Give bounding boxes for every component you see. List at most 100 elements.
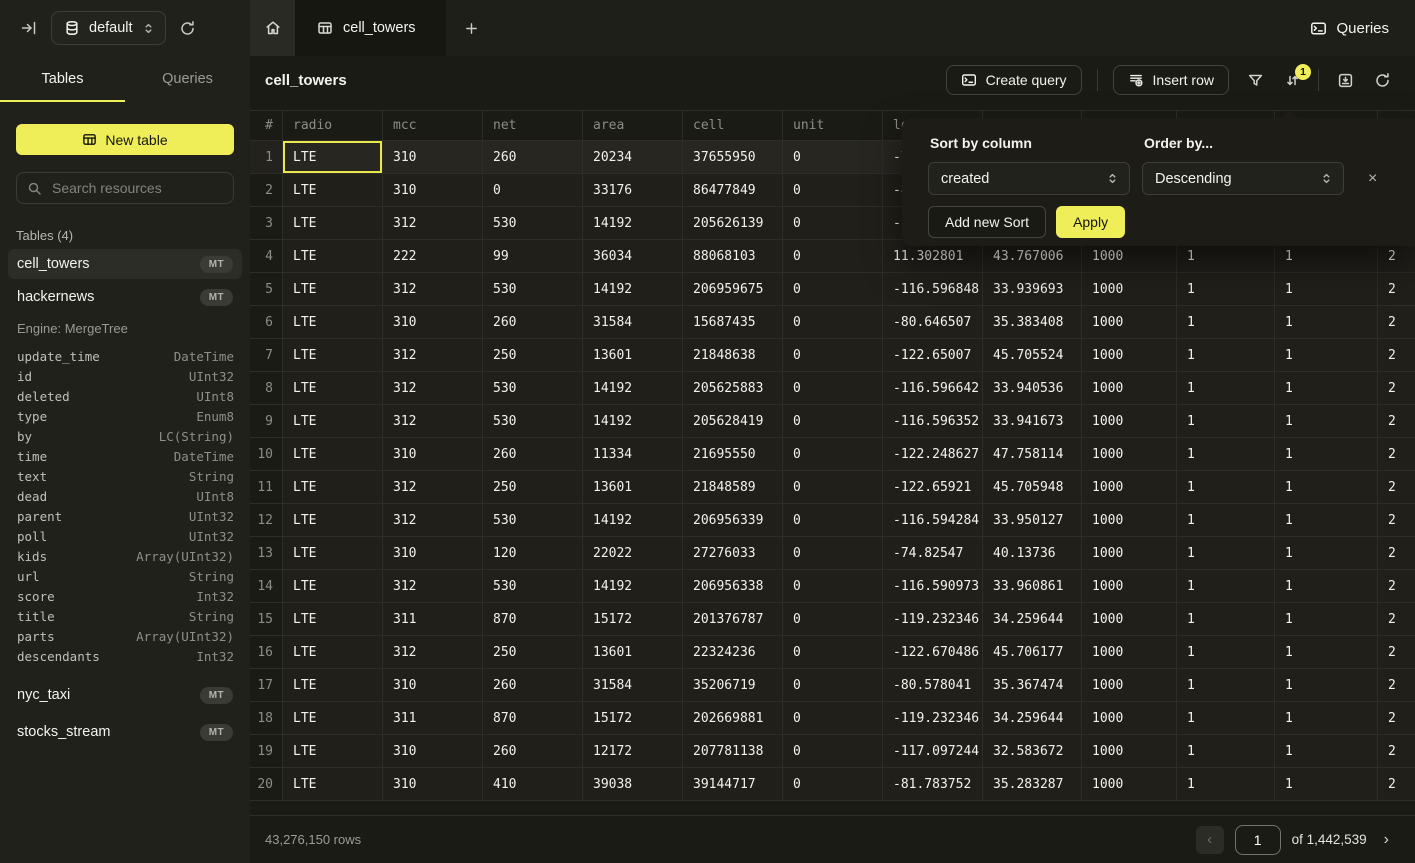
table-cell[interactable]: 14192 bbox=[583, 372, 683, 405]
table-cell[interactable]: 1000 bbox=[1082, 702, 1177, 735]
table-cell[interactable]: 260 bbox=[483, 669, 583, 702]
table-cell[interactable]: 312 bbox=[383, 405, 483, 438]
table-cell[interactable]: 312 bbox=[383, 471, 483, 504]
sidebar-item-cell_towers[interactable]: cell_towersMT bbox=[8, 249, 242, 279]
table-cell[interactable]: 0 bbox=[783, 273, 883, 306]
table-cell[interactable]: 260 bbox=[483, 141, 583, 174]
table-cell[interactable]: LTE bbox=[283, 669, 383, 702]
table-cell[interactable]: 205628419 bbox=[683, 405, 783, 438]
row-number[interactable]: 11 bbox=[250, 471, 283, 504]
table-cell[interactable]: 0 bbox=[783, 537, 883, 570]
table-cell[interactable]: 2 bbox=[1378, 405, 1415, 438]
table-cell[interactable]: 2 bbox=[1378, 438, 1415, 471]
table-cell[interactable]: 21848589 bbox=[683, 471, 783, 504]
table-cell[interactable]: 530 bbox=[483, 207, 583, 240]
table-cell[interactable]: 1 bbox=[1275, 537, 1378, 570]
table-cell[interactable]: 0 bbox=[783, 438, 883, 471]
row-number[interactable]: 3 bbox=[250, 207, 283, 240]
table-cell[interactable]: 0 bbox=[783, 669, 883, 702]
table-cell[interactable]: 0 bbox=[783, 339, 883, 372]
table-cell[interactable]: 1 bbox=[1177, 438, 1275, 471]
table-cell[interactable]: 45.705948 bbox=[983, 471, 1082, 504]
create-query-button[interactable]: Create query bbox=[946, 65, 1082, 95]
table-cell[interactable]: 15172 bbox=[583, 603, 683, 636]
row-number[interactable]: 14 bbox=[250, 570, 283, 603]
next-page-button[interactable]: › bbox=[1378, 830, 1395, 850]
table-cell[interactable]: 1 bbox=[1275, 636, 1378, 669]
queries-panel-button[interactable]: Queries bbox=[1310, 0, 1389, 56]
table-cell[interactable]: 35206719 bbox=[683, 669, 783, 702]
table-cell[interactable]: -122.248627 bbox=[883, 438, 983, 471]
table-cell[interactable]: 2 bbox=[1378, 570, 1415, 603]
table-cell[interactable]: 250 bbox=[483, 339, 583, 372]
row-number[interactable]: 9 bbox=[250, 405, 283, 438]
table-cell[interactable]: 312 bbox=[383, 339, 483, 372]
table-cell[interactable]: 1 bbox=[1275, 471, 1378, 504]
table-cell[interactable]: 311 bbox=[383, 603, 483, 636]
row-number[interactable]: 5 bbox=[250, 273, 283, 306]
table-cell[interactable]: 1 bbox=[1177, 735, 1275, 768]
table-cell[interactable]: 14192 bbox=[583, 570, 683, 603]
row-number[interactable]: 4 bbox=[250, 240, 283, 273]
table-cell[interactable]: 870 bbox=[483, 603, 583, 636]
table-cell[interactable]: 1 bbox=[1177, 372, 1275, 405]
table-cell[interactable]: 27276033 bbox=[683, 537, 783, 570]
table-cell[interactable]: 1000 bbox=[1082, 339, 1177, 372]
home-button[interactable] bbox=[250, 0, 295, 56]
table-cell[interactable]: 15687435 bbox=[683, 306, 783, 339]
table-cell[interactable]: 35.283287 bbox=[983, 768, 1082, 801]
table-cell[interactable]: 310 bbox=[383, 768, 483, 801]
table-cell[interactable]: 1 bbox=[1275, 603, 1378, 636]
table-cell[interactable]: 205626139 bbox=[683, 207, 783, 240]
table-cell[interactable]: 40.13736 bbox=[983, 537, 1082, 570]
table-cell[interactable]: 14192 bbox=[583, 405, 683, 438]
table-cell[interactable]: 1 bbox=[1177, 570, 1275, 603]
new-table-button[interactable]: New table bbox=[16, 124, 234, 155]
table-cell[interactable]: 37655950 bbox=[683, 141, 783, 174]
table-cell[interactable]: 410 bbox=[483, 768, 583, 801]
table-cell[interactable]: 1000 bbox=[1082, 636, 1177, 669]
row-number[interactable]: 13 bbox=[250, 537, 283, 570]
table-cell[interactable]: 2 bbox=[1378, 471, 1415, 504]
table-cell[interactable]: 86477849 bbox=[683, 174, 783, 207]
table-cell[interactable]: -81.783752 bbox=[883, 768, 983, 801]
table-cell[interactable]: 14192 bbox=[583, 273, 683, 306]
table-cell[interactable]: 1 bbox=[1275, 339, 1378, 372]
new-tab-button[interactable] bbox=[446, 0, 498, 56]
table-cell[interactable]: 312 bbox=[383, 570, 483, 603]
table-cell[interactable]: 310 bbox=[383, 669, 483, 702]
column-header-unit[interactable]: unit bbox=[783, 110, 883, 141]
table-cell[interactable]: 206956338 bbox=[683, 570, 783, 603]
collapse-sidebar-button[interactable] bbox=[20, 19, 38, 37]
column-header-radio[interactable]: radio bbox=[283, 110, 383, 141]
table-cell[interactable]: -119.232346 bbox=[883, 702, 983, 735]
table-cell[interactable]: 2 bbox=[1378, 669, 1415, 702]
table-cell[interactable]: 0 bbox=[783, 372, 883, 405]
sort-column-select[interactable]: created bbox=[928, 162, 1130, 195]
table-cell[interactable]: LTE bbox=[283, 339, 383, 372]
column-header-cell[interactable]: cell bbox=[683, 110, 783, 141]
column-header-area[interactable]: area bbox=[583, 110, 683, 141]
table-cell[interactable]: LTE bbox=[283, 735, 383, 768]
table-cell[interactable]: 310 bbox=[383, 438, 483, 471]
table-cell[interactable]: 201376787 bbox=[683, 603, 783, 636]
table-cell[interactable]: LTE bbox=[283, 405, 383, 438]
table-cell[interactable]: 312 bbox=[383, 207, 483, 240]
table-cell[interactable]: 206959675 bbox=[683, 273, 783, 306]
table-cell[interactable]: -80.646507 bbox=[883, 306, 983, 339]
table-cell[interactable]: 35.383408 bbox=[983, 306, 1082, 339]
table-cell[interactable]: 1000 bbox=[1082, 471, 1177, 504]
table-cell[interactable]: 310 bbox=[383, 537, 483, 570]
table-cell[interactable]: 0 bbox=[783, 603, 883, 636]
table-cell[interactable]: 15172 bbox=[583, 702, 683, 735]
download-button[interactable] bbox=[1334, 72, 1356, 89]
row-number[interactable]: 15 bbox=[250, 603, 283, 636]
table-cell[interactable]: 1 bbox=[1177, 504, 1275, 537]
sidebar-item-hackernews[interactable]: hackernewsMT bbox=[8, 282, 242, 312]
table-cell[interactable]: 1000 bbox=[1082, 537, 1177, 570]
table-cell[interactable]: 11334 bbox=[583, 438, 683, 471]
table-cell[interactable]: 0 bbox=[783, 141, 883, 174]
row-number[interactable]: 16 bbox=[250, 636, 283, 669]
table-cell[interactable]: 88068103 bbox=[683, 240, 783, 273]
table-cell[interactable]: 312 bbox=[383, 273, 483, 306]
